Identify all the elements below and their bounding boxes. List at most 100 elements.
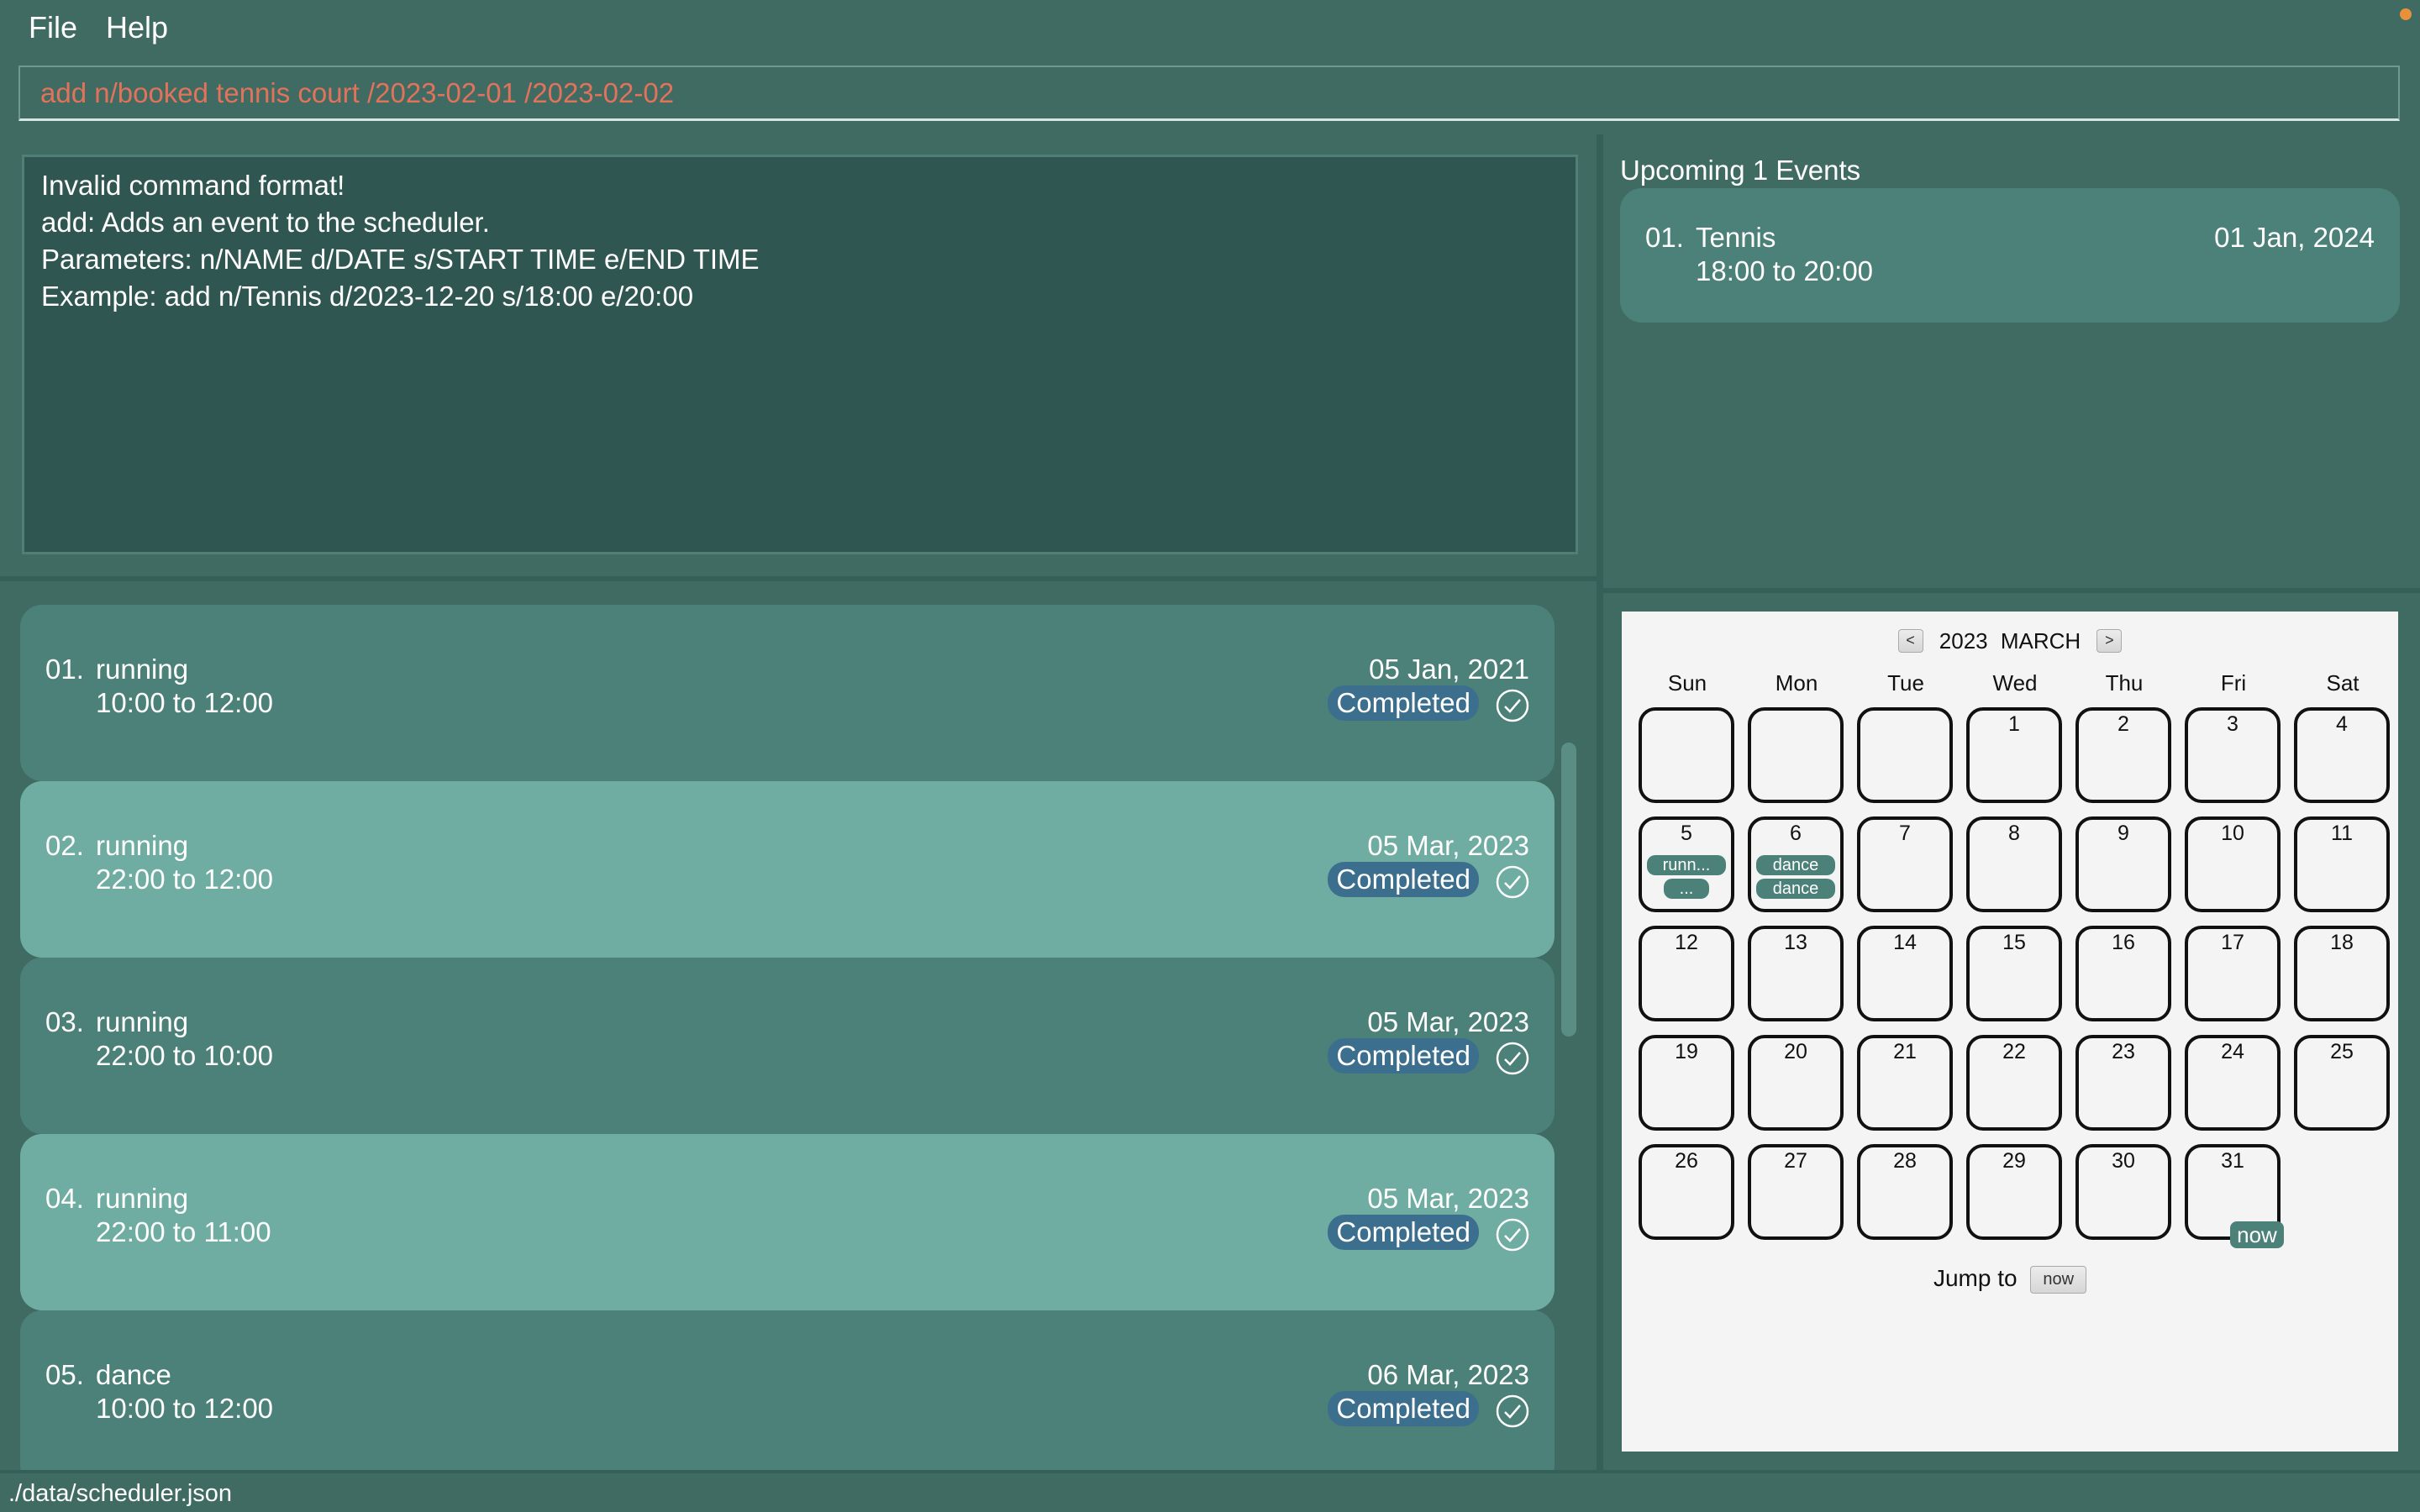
event-date: 05 Mar, 2023 [1367,1183,1529,1214]
day-number: 11 [2331,822,2353,845]
calendar-day[interactable]: 1 [1966,707,2062,803]
calendar-day[interactable]: 24 [2185,1035,2281,1131]
menu-bar: File Help [0,0,2420,55]
calendar-day[interactable]: 29 [1966,1144,2062,1240]
event-card[interactable]: 03. running 22:00 to 10:00 05 Mar, 2023 … [20,958,1555,1134]
event-index: 03. [45,1006,84,1037]
event-index: 04. [45,1183,84,1214]
calendar-day[interactable]: 10 [2185,816,2281,912]
calendar-day[interactable]: 19 [1639,1035,1734,1131]
day-number: 9 [2118,822,2129,845]
calendar-day[interactable]: 4 [2294,707,2390,803]
calendar-day[interactable]: 2 [2075,707,2171,803]
day-number: 4 [2336,712,2348,736]
calendar-day[interactable]: 6 dance dance [1748,816,1844,912]
event-date: 05 Jan, 2021 [1369,654,1529,685]
calendar-day[interactable]: 12 [1639,926,1734,1021]
calendar-day[interactable]: 22 [1966,1035,2062,1131]
calendar-day[interactable]: 26 [1639,1144,1734,1240]
day-number: 23 [2112,1040,2135,1063]
upcoming-index: 01. [1645,222,1684,253]
upcoming-event-card[interactable]: 01. Tennis 18:00 to 20:00 01 Jan, 2024 [1620,188,2400,323]
command-input[interactable] [20,67,2398,118]
scrollbar-thumb[interactable] [1561,743,1576,1037]
calendar-day[interactable]: 20 [1748,1035,1844,1131]
day-number: 7 [1899,822,1911,845]
weekday-label: Mon [1775,670,1818,696]
day-number: 20 [1784,1040,1807,1063]
check-circle-icon [1496,1042,1529,1075]
calendar-day[interactable]: 28 [1857,1144,1953,1240]
upcoming-date: 01 Jan, 2024 [2214,222,2375,253]
calendar-day[interactable]: 15 [1966,926,2062,1021]
day-number: 2 [2118,712,2129,736]
save-file-path: ./data/scheduler.json [8,1480,233,1507]
calendar-day[interactable]: 21 [1857,1035,1953,1131]
calendar-day[interactable]: 30 [2075,1144,2171,1240]
event-card[interactable]: 04. running 22:00 to 11:00 05 Mar, 2023 … [20,1134,1555,1310]
upcoming-name: Tennis [1696,222,1776,253]
check-circle-icon [1496,689,1529,722]
calendar-year: 2023 [1939,627,1988,654]
day-number: 16 [2112,931,2135,954]
prev-month-button[interactable]: < [1897,629,1923,654]
event-card[interactable]: 01. running 10:00 to 12:00 05 Jan, 2021 … [20,605,1555,781]
day-number: 30 [2112,1149,2135,1173]
result-line: add: Adds an event to the scheduler. [41,207,490,238]
calendar-day[interactable]: 16 [2075,926,2171,1021]
calendar: < 2023 MARCH > Sun Mon Tue Wed Thu Fri S… [1622,612,2398,1452]
result-line: Invalid command format! [41,170,345,201]
calendar-day[interactable]: 3 [2185,707,2281,803]
weekday-label: Thu [2105,670,2144,696]
event-index: 02. [45,830,84,861]
day-number: 19 [1675,1040,1698,1063]
calendar-day[interactable]: 14 [1857,926,1953,1021]
event-card[interactable]: 05. dance 10:00 to 12:00 06 Mar, 2023 Co… [20,1310,1555,1478]
weekday-label: Wed [1992,670,2038,696]
event-date: 06 Mar, 2023 [1367,1359,1529,1390]
calendar-day[interactable]: 8 [1966,816,2062,912]
calendar-day[interactable]: 9 [2075,816,2171,912]
calendar-day[interactable]: 18 [2294,926,2390,1021]
notification-dot-icon [2400,8,2412,20]
calendar-day[interactable]: 5 runn... ... [1639,816,1734,912]
menu-help[interactable]: Help [106,10,168,45]
event-list-scrollbar[interactable] [1561,605,1576,1470]
weekday-label: Sun [1667,670,1707,696]
jump-to-label: Jump to [1933,1265,2018,1291]
menu-file[interactable]: File [29,10,77,45]
calendar-day-empty [1857,707,1953,803]
check-circle-icon [1496,865,1529,899]
calendar-day-empty [1748,707,1844,803]
now-indicator: now [2230,1221,2284,1248]
day-number: 8 [2008,822,2020,845]
calendar-day[interactable]: 27 [1748,1144,1844,1240]
jump-to-now-button[interactable]: now [2030,1266,2087,1294]
day-event-tag: runn... [1647,855,1726,875]
upcoming-time: 18:00 to 20:00 [1696,255,1874,286]
event-name: running [96,1183,189,1214]
event-name: running [96,654,189,685]
day-number: 18 [2330,931,2354,954]
calendar-day[interactable]: 17 [2185,926,2281,1021]
day-number: 22 [2002,1040,2026,1063]
calendar-day[interactable]: 25 [2294,1035,2390,1131]
calendar-day[interactable]: 11 [2294,816,2390,912]
day-number: 29 [2002,1149,2026,1173]
calendar-day[interactable]: 7 [1857,816,1953,912]
calendar-day[interactable]: 23 [2075,1035,2171,1131]
day-number: 26 [1675,1149,1698,1173]
status-badge: Completed [1328,1038,1479,1074]
event-list[interactable]: 01. running 10:00 to 12:00 05 Jan, 2021 … [20,605,1555,1478]
status-badge: Completed [1328,685,1479,721]
event-card[interactable]: 02. running 22:00 to 12:00 05 Mar, 2023 … [20,781,1555,958]
day-number: 28 [1893,1149,1917,1173]
calendar-day-empty [1639,707,1734,803]
calendar-day[interactable]: 13 [1748,926,1844,1021]
next-month-button[interactable]: > [2096,629,2123,654]
day-number: 1 [2008,712,2020,736]
day-event-tag: dance [1756,855,1835,875]
event-date: 05 Mar, 2023 [1367,1006,1529,1037]
weekday-label: Fri [2220,670,2247,696]
result-display[interactable]: Invalid command format! add: Adds an eve… [22,155,1578,554]
